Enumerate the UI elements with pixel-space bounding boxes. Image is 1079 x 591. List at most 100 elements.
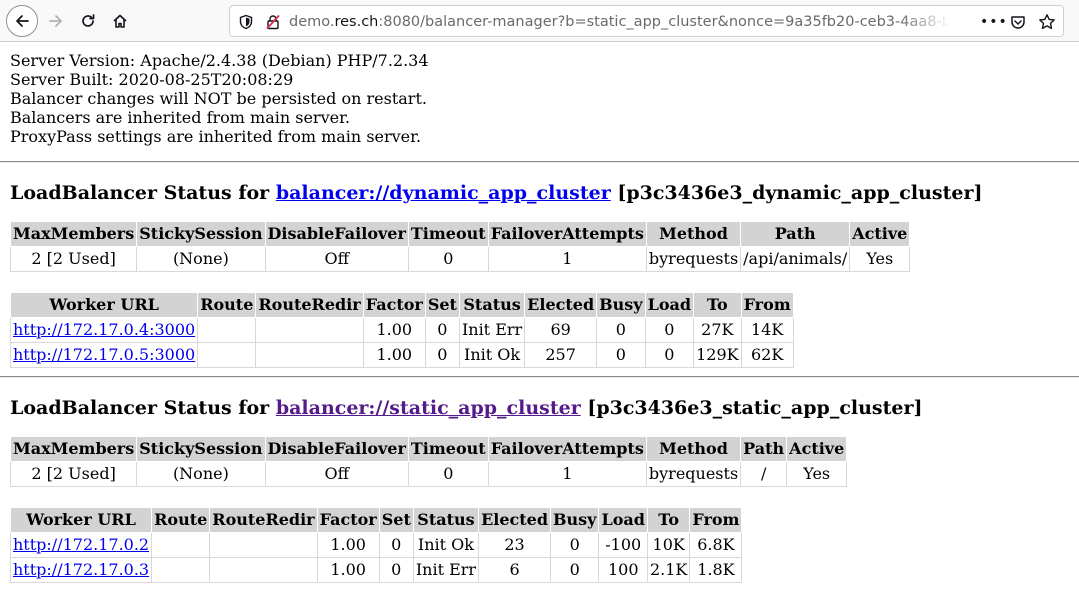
table-cell: (None) bbox=[136, 246, 266, 272]
table-cell: 2 [2 Used] bbox=[9, 246, 138, 272]
table-cell: 10K bbox=[646, 532, 691, 558]
col-header: StickySession bbox=[136, 436, 266, 462]
table-cell: -100 bbox=[598, 532, 648, 558]
table-header-row: MaxMembers StickySession DisableFailover… bbox=[9, 436, 848, 462]
back-button[interactable] bbox=[6, 5, 38, 37]
table-cell: 1.00 bbox=[316, 532, 380, 558]
col-header: Worker URL bbox=[9, 292, 199, 318]
forward-button[interactable] bbox=[40, 5, 72, 37]
col-header: To bbox=[646, 507, 691, 533]
col-header: From bbox=[689, 507, 743, 533]
worker-link[interactable]: http://172.17.0.2 bbox=[13, 535, 149, 554]
pocket-icon[interactable] bbox=[1010, 14, 1026, 30]
table-cell: 2 [2 Used] bbox=[9, 461, 138, 487]
table-cell: Yes bbox=[786, 461, 848, 487]
bookmark-star-icon[interactable] bbox=[1038, 13, 1056, 31]
table-cell: 129K bbox=[693, 342, 742, 368]
inherit-balancers-notice: Balancers are inherited from main server… bbox=[10, 108, 351, 127]
col-header: MaxMembers bbox=[9, 221, 138, 247]
table-cell: Yes bbox=[849, 246, 911, 272]
worker-url-cell: http://172.17.0.4:3000 bbox=[9, 317, 199, 343]
url-text[interactable]: demo.res.ch:8080/balancer-manager?b=stat… bbox=[289, 12, 949, 32]
table-cell bbox=[197, 342, 257, 368]
heading-prefix: LoadBalancer Status for bbox=[10, 182, 276, 204]
table-cell bbox=[197, 317, 257, 343]
table-cell: 0 bbox=[378, 532, 414, 558]
col-header: FailoverAttempts bbox=[487, 436, 647, 462]
divider bbox=[0, 161, 1079, 163]
url-path: :8080/balancer-manager?b=static_app_clus… bbox=[378, 14, 949, 30]
shield-icon[interactable] bbox=[238, 14, 254, 30]
col-header: Factor bbox=[362, 292, 426, 318]
col-header: Active bbox=[849, 221, 911, 247]
url-host: res.ch bbox=[334, 14, 379, 30]
col-header: Busy bbox=[596, 292, 646, 318]
home-button[interactable] bbox=[104, 5, 136, 37]
table-cell: 0 bbox=[424, 317, 460, 343]
table-cell: 257 bbox=[524, 342, 598, 368]
table-cell: (None) bbox=[136, 461, 266, 487]
table-header-row: Worker URL Route RouteRedir Factor Set S… bbox=[9, 507, 743, 533]
workers-table: Worker URL Route RouteRedir Factor Set S… bbox=[9, 507, 743, 583]
heading-prefix: LoadBalancer Status for bbox=[10, 397, 276, 419]
persist-notice: Balancer changes will NOT be persisted o… bbox=[10, 89, 427, 108]
worker-link[interactable]: http://172.17.0.4:3000 bbox=[13, 320, 195, 339]
table-cell: Off bbox=[264, 461, 409, 487]
table-cell: 1.00 bbox=[362, 317, 426, 343]
workers-table: Worker URL Route RouteRedir Factor Set S… bbox=[9, 292, 794, 368]
col-header: Worker URL bbox=[9, 507, 153, 533]
col-header: Load bbox=[598, 507, 648, 533]
table-cell: 0 bbox=[550, 557, 600, 583]
col-header: RouteRedir bbox=[209, 507, 318, 533]
table-row: http://172.17.0.3 1.00 0 Init Err 6 0 10… bbox=[9, 557, 743, 583]
col-header: Status bbox=[458, 292, 526, 318]
col-header: RouteRedir bbox=[255, 292, 364, 318]
table-cell: 62K bbox=[740, 342, 794, 368]
table-cell bbox=[151, 557, 211, 583]
arrow-left-icon bbox=[16, 15, 29, 27]
col-header: Active bbox=[786, 436, 848, 462]
table-cell: 1.00 bbox=[316, 557, 380, 583]
home-icon bbox=[113, 14, 127, 28]
balancer-id: [p3c3436e3_static_app_cluster] bbox=[580, 397, 923, 419]
table-row: 2 [2 Used] (None) Off 0 1 byrequests /ap… bbox=[9, 246, 911, 272]
col-header: Elected bbox=[524, 292, 598, 318]
table-cell: 23 bbox=[478, 532, 552, 558]
table-row: 2 [2 Used] (None) Off 0 1 byrequests / Y… bbox=[9, 461, 848, 487]
table-cell: 1 bbox=[487, 461, 647, 487]
table-row: http://172.17.0.5:3000 1.00 0 Init Ok 25… bbox=[9, 342, 794, 368]
col-header: To bbox=[693, 292, 742, 318]
url-fade bbox=[900, 8, 950, 34]
col-header: Method bbox=[645, 221, 742, 247]
url-bar[interactable]: demo.res.ch:8080/balancer-manager?b=stat… bbox=[229, 5, 1064, 37]
balancer-heading: LoadBalancer Status for balancer://stati… bbox=[10, 397, 1079, 419]
table-cell: / bbox=[740, 461, 788, 487]
insecure-lock-icon[interactable] bbox=[265, 14, 281, 30]
col-header: StickySession bbox=[136, 221, 266, 247]
balancer-link[interactable]: balancer://dynamic_app_cluster bbox=[276, 182, 611, 204]
server-version: Server Version: Apache/2.4.38 (Debian) P… bbox=[10, 51, 429, 70]
table-cell: 0 bbox=[378, 557, 414, 583]
page-actions-menu-button[interactable]: ••• bbox=[980, 12, 1008, 32]
table-cell: 27K bbox=[693, 317, 742, 343]
reload-button[interactable] bbox=[72, 5, 104, 37]
table-cell: /api/animals/ bbox=[740, 246, 851, 272]
worker-url-cell: http://172.17.0.3 bbox=[9, 557, 153, 583]
table-cell: 0 bbox=[407, 461, 489, 487]
table-cell: Init Ok bbox=[458, 342, 526, 368]
worker-link[interactable]: http://172.17.0.3 bbox=[13, 560, 149, 579]
worker-link[interactable]: http://172.17.0.5:3000 bbox=[13, 345, 195, 364]
col-header: Load bbox=[644, 292, 695, 318]
table-cell: 1.8K bbox=[689, 557, 743, 583]
server-info: Server Version: Apache/2.4.38 (Debian) P… bbox=[10, 51, 1079, 146]
table-cell: 69 bbox=[524, 317, 598, 343]
balancer-heading: LoadBalancer Status for balancer://dynam… bbox=[10, 182, 1079, 204]
table-cell: byrequests bbox=[645, 461, 742, 487]
col-header: Route bbox=[197, 292, 257, 318]
page-content: Server Version: Apache/2.4.38 (Debian) P… bbox=[0, 42, 1079, 591]
table-cell bbox=[209, 532, 318, 558]
balancer-table: MaxMembers StickySession DisableFailover… bbox=[9, 436, 848, 487]
col-header: Method bbox=[645, 436, 742, 462]
table-cell: 0 bbox=[596, 342, 646, 368]
balancer-link[interactable]: balancer://static_app_cluster bbox=[276, 397, 581, 419]
